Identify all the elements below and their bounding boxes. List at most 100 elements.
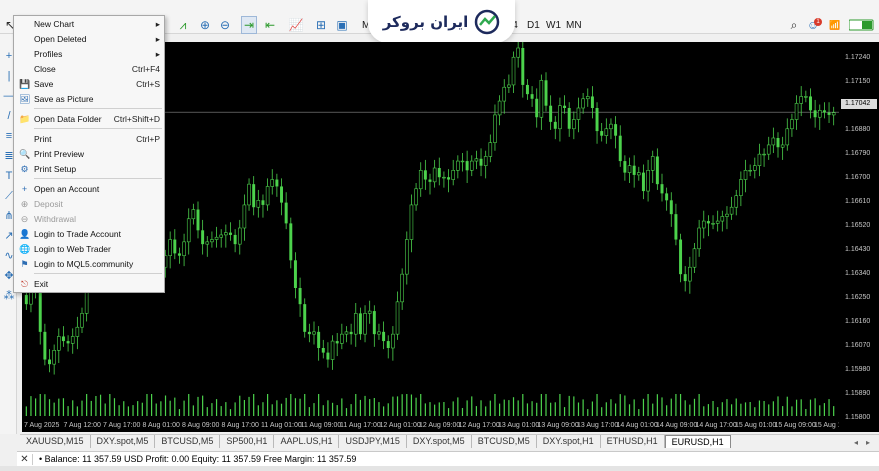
menu-item-print-setup[interactable]: ⚙ Print Setup xyxy=(14,162,164,176)
menu-item-open-deleted[interactable]: Open Deleted ▸ xyxy=(14,32,164,46)
menu-item-login-to-web-trader[interactable]: 🌐 Login to Web Trader xyxy=(14,242,164,256)
volume-bar xyxy=(86,394,88,416)
candle xyxy=(600,123,604,142)
volume-bar xyxy=(308,407,310,416)
chart-tab[interactable]: EURUSD,H1 xyxy=(664,435,731,448)
volume-bar xyxy=(744,402,747,416)
candle xyxy=(558,97,562,142)
search-icon[interactable]: ⌕ xyxy=(787,16,801,34)
candle xyxy=(451,159,455,186)
price-axis: 1.172401.171501.169701.168801.167901.167… xyxy=(839,42,879,432)
chart-tab[interactable]: BTCUSD,M5 xyxy=(155,435,221,448)
chart-tab[interactable]: DXY.spot,M5 xyxy=(407,435,472,448)
volume-bar xyxy=(517,400,519,416)
menu-item-exit[interactable]: ⎋ Exit xyxy=(14,277,164,291)
grid-icon[interactable]: ⊞ xyxy=(314,16,328,34)
zoom-out-icon[interactable]: ⊖ xyxy=(218,16,232,34)
time-tick-label: 11 Aug 01:00 xyxy=(261,422,302,429)
chart-tab[interactable]: USDJPY,M15 xyxy=(339,435,407,448)
candle xyxy=(405,231,409,285)
close-icon[interactable]: ✕ xyxy=(17,453,33,465)
candle xyxy=(57,328,61,363)
chart-shift-icon[interactable]: ⇤ xyxy=(262,16,278,34)
tab-scroll-left-icon[interactable]: ◂ xyxy=(854,438,858,447)
timeframe-w1[interactable]: W1 xyxy=(546,20,561,31)
signal-icon[interactable]: 📶 xyxy=(828,16,842,34)
volume-bar xyxy=(605,402,607,416)
chart-tab[interactable]: SP500,H1 xyxy=(220,435,275,448)
volume-bar xyxy=(109,394,111,416)
menu-item-close[interactable]: Close Ctrl+F4 xyxy=(14,62,164,76)
candle xyxy=(632,155,636,188)
menu-item-save[interactable]: 💾 Save Ctrl+S xyxy=(14,77,164,91)
volume-bar xyxy=(726,399,728,416)
menu-item-label: Save xyxy=(34,79,54,89)
volume-bar xyxy=(679,394,682,416)
volume-bar xyxy=(53,402,55,416)
indicators-icon[interactable]: 📈 xyxy=(286,16,306,34)
candle xyxy=(330,335,335,370)
zoom-in-icon[interactable]: ⊕ xyxy=(198,16,212,34)
candle xyxy=(61,326,65,347)
line-chart-icon[interactable]: ⩘ xyxy=(176,16,190,34)
menu-item-print[interactable]: Print Ctrl+P xyxy=(14,132,164,146)
menu-item-login-to-mql5-community[interactable]: ⚑ Login to MQL5.community xyxy=(14,257,164,271)
menu-item-open-data-folder[interactable]: 📁 Open Data Folder Ctrl+Shift+D xyxy=(14,112,164,126)
plus-icon: + xyxy=(21,183,28,194)
candle xyxy=(780,136,785,160)
menu-item-login-to-trade-account[interactable]: 👤 Login to Trade Account xyxy=(14,227,164,241)
globe-icon: 🌐 xyxy=(19,243,31,254)
volume-bar xyxy=(494,394,496,416)
menu-separator xyxy=(34,108,162,109)
candle xyxy=(395,291,400,340)
auto-scroll-icon[interactable]: ⇥ xyxy=(241,16,257,34)
volume-bar xyxy=(591,401,593,416)
tab-scroll-right-icon[interactable]: ▸ xyxy=(866,438,870,447)
screenshot-icon[interactable]: ▣ xyxy=(335,16,349,34)
autotrading-toggle[interactable] xyxy=(848,16,876,34)
candle xyxy=(75,316,80,350)
volume-bar xyxy=(67,406,69,416)
candle xyxy=(720,210,725,232)
volume-bar xyxy=(749,402,751,416)
menu-item-print-preview[interactable]: 🔍 Print Preview xyxy=(14,147,164,161)
chart-tab[interactable]: AAPL.US,H1 xyxy=(274,435,340,448)
candle xyxy=(831,106,836,126)
volume-bar xyxy=(601,407,603,416)
candle xyxy=(340,323,344,350)
chart-tab[interactable]: ETHUSD,H1 xyxy=(601,435,665,448)
menu-item-deposit: ⊕ Deposit xyxy=(14,197,164,211)
menu-item-open-an-account[interactable]: + Open an Account xyxy=(14,182,164,196)
price-tick-label: 1.16790 xyxy=(845,150,871,157)
candle xyxy=(432,159,437,188)
candle xyxy=(641,164,645,200)
menu-item-profiles[interactable]: Profiles ▸ xyxy=(14,47,164,61)
volume-bar xyxy=(72,400,74,416)
volume-bar xyxy=(253,394,255,416)
volume-bar xyxy=(628,404,631,416)
volume-bar xyxy=(44,394,46,416)
menu-item-label: Withdrawal xyxy=(34,214,77,224)
menu-item-new-chart[interactable]: New Chart ▸ xyxy=(14,17,164,31)
time-tick-label: 14 Aug 17:00 xyxy=(695,422,737,429)
candle xyxy=(488,134,493,163)
candle xyxy=(585,88,590,107)
candle xyxy=(293,252,297,299)
candle xyxy=(219,229,223,248)
candle xyxy=(237,219,242,255)
timeframe-d1[interactable]: D1 xyxy=(527,20,540,31)
menu-item-label: Exit xyxy=(34,279,49,289)
print-preview-icon: 🔍 xyxy=(19,148,31,159)
chart-tab[interactable]: DXY.spot,H1 xyxy=(537,435,601,448)
volume-bar xyxy=(229,409,232,416)
volume-bar xyxy=(526,403,529,416)
timeframe-mn[interactable]: MN xyxy=(566,20,582,31)
volume-bar xyxy=(782,406,784,416)
chart-tab[interactable]: BTCUSD,M5 xyxy=(472,435,537,448)
menu-item-save-as-picture[interactable]: 🖼 Save as Picture xyxy=(14,92,164,106)
chart-tab[interactable]: XAUUSD,M15 xyxy=(20,435,91,448)
volume-bar xyxy=(206,407,208,416)
volume-bar xyxy=(197,396,199,416)
volume-bar xyxy=(471,396,473,416)
chart-tab[interactable]: DXY.spot,M5 xyxy=(91,435,156,448)
